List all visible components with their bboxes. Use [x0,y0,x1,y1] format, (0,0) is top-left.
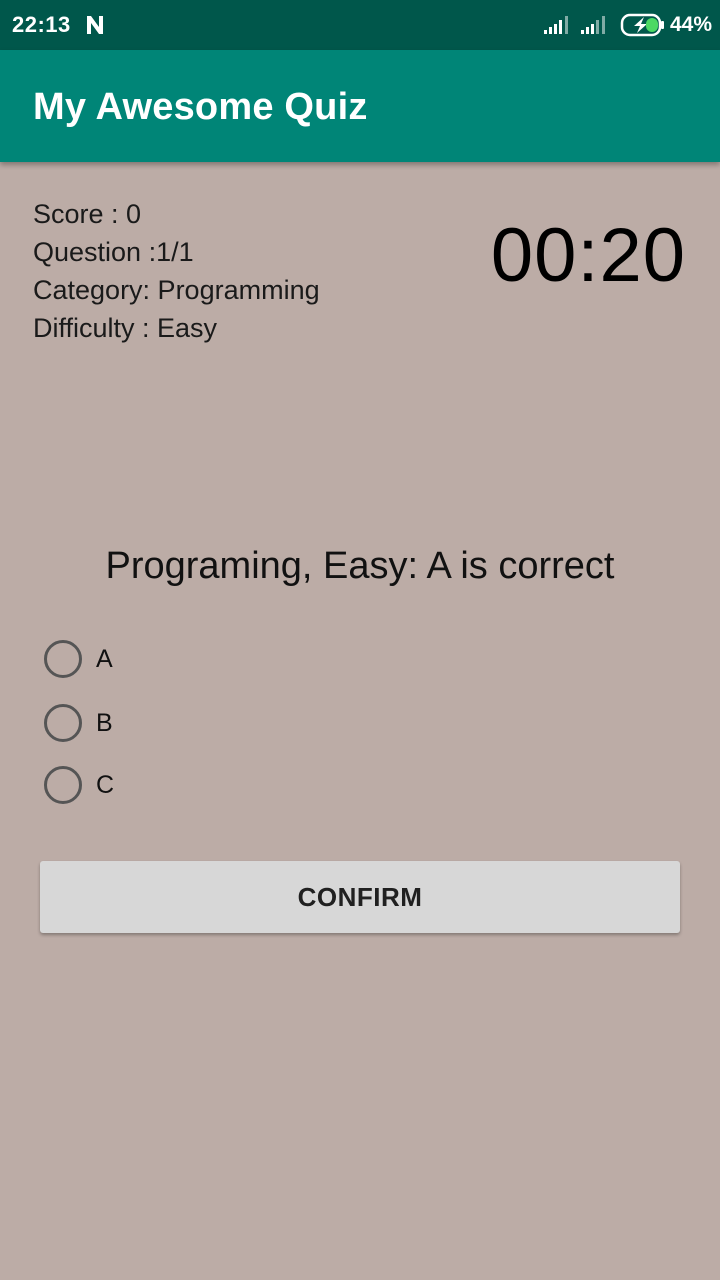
answer-option-c[interactable]: C [44,765,344,805]
answer-option-a[interactable]: A [44,639,344,679]
difficulty-text: Difficulty : Easy [33,313,218,343]
question-text: Programing, Easy: A is correct [105,545,615,587]
app-title: My Awesome Quiz [33,86,368,128]
radio-button-icon[interactable] [44,640,82,678]
radio-button-icon[interactable] [44,766,82,804]
countdown-timer: 00:20 [490,213,686,298]
n-notification-icon [87,16,103,34]
signal-icon [581,16,605,34]
answer-option-label: A [96,644,113,673]
radio-button-icon[interactable] [44,704,82,742]
status-time: 22:13 [12,12,71,37]
status-bar: 22:13 44% [0,0,720,50]
category-text: Category: Programming [33,275,320,305]
answer-option-label: C [96,770,115,799]
battery-percentage: 44% [670,13,713,36]
app-bar: My Awesome Quiz [0,50,720,162]
question-count-text: Question :1/1 [33,237,194,267]
signal-icon [544,16,568,34]
answer-option-b[interactable]: B [44,703,344,743]
answer-option-label: B [96,708,113,737]
confirm-button[interactable]: CONFIRM [40,861,680,933]
battery-charging-icon [620,13,664,37]
score-text: Score : 0 [33,199,142,229]
